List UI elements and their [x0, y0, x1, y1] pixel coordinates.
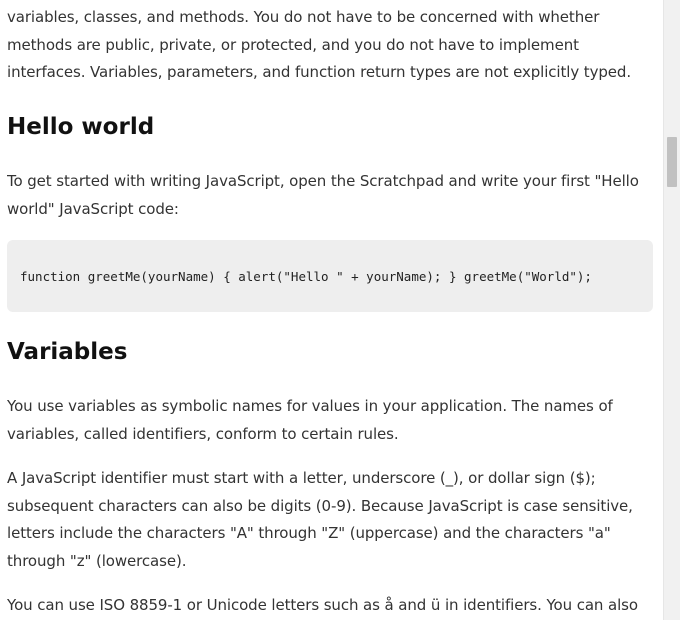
intro-paragraph: variables, classes, and methods. You do …	[7, 8, 631, 81]
hello-world-heading: Hello world	[7, 114, 155, 140]
hello-world-paragraph: To get started with writing JavaScript, …	[7, 172, 639, 218]
code-block: function greetMe(yourName) { alert("Hell…	[7, 240, 653, 312]
variables-paragraph-2: A JavaScript identifier must start with …	[7, 469, 633, 570]
variables-heading: Variables	[7, 339, 128, 365]
code-snippet[interactable]: function greetMe(yourName) { alert("Hell…	[20, 269, 592, 284]
variables-paragraph-1: You use variables as symbolic names for …	[7, 397, 613, 443]
vertical-scrollbar[interactable]	[663, 0, 680, 620]
article-content: variables, classes, and methods. You do …	[7, 0, 657, 620]
scrollbar-thumb[interactable]	[667, 137, 677, 187]
variables-paragraph-3: You can use ISO 8859-1 or Unicode letter…	[7, 596, 638, 614]
